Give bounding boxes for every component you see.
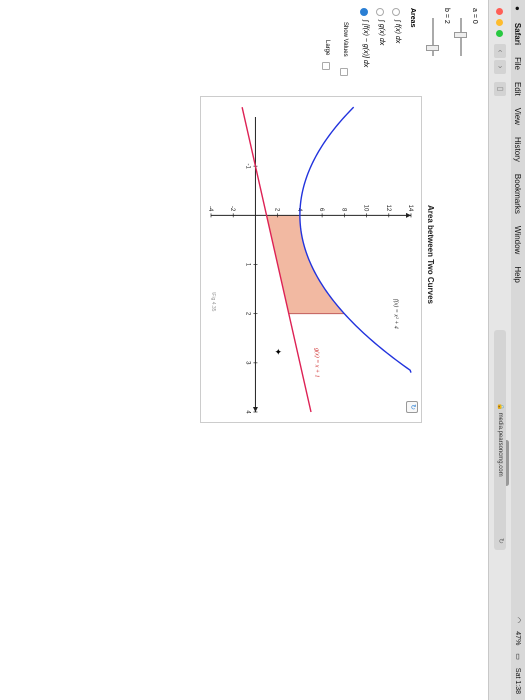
minimize-window-button[interactable] (496, 19, 503, 26)
option-integral-g-radio[interactable] (376, 8, 384, 16)
close-window-button[interactable] (496, 8, 503, 15)
y-tick-label: 14 (407, 205, 413, 212)
menu-app-name[interactable]: Safari (514, 23, 523, 45)
apple-icon[interactable]: ● (514, 6, 523, 11)
x-tick-label: 2 (244, 312, 250, 316)
x-tick-label: 1 (244, 263, 250, 267)
lock-icon: 🔒 (497, 403, 503, 411)
x-tick-label: 4 (244, 410, 250, 414)
mouse-cursor-icon: ✦ (273, 348, 283, 356)
a-slider-label: a = 0 (471, 8, 478, 24)
browser-toolbar: ‹ › ▯ 🔒 media.pearsoncmg.com ↻ (488, 0, 511, 700)
reset-button[interactable]: ↻ (406, 401, 418, 413)
option-integral-diff-radio[interactable] (360, 8, 368, 16)
y-axis-arrow (406, 212, 411, 218)
url-text: media.pearsoncmg.com (497, 412, 503, 477)
option-integral-diff-label: ∫ [f(x) − g(x)] dx (362, 20, 369, 68)
y-tick-label: 6 (318, 208, 324, 212)
f-label: f(x) = x² + 4 (392, 299, 399, 329)
y-tick-label: 12 (385, 205, 391, 212)
y-tick-label: 10 (363, 205, 369, 212)
y-tick-label: 4 (296, 208, 302, 212)
address-bar[interactable]: 🔒 media.pearsoncmg.com (494, 330, 506, 550)
show-values-checkbox[interactable] (340, 68, 348, 76)
forward-button[interactable]: › (494, 60, 506, 74)
menu-help[interactable]: Help (514, 266, 523, 282)
back-button[interactable]: ‹ (494, 44, 506, 58)
y-tick-label: -2 (229, 206, 235, 212)
option-integral-f-label: ∫ f(x) dx (394, 20, 401, 44)
menu-file[interactable]: File (514, 57, 523, 70)
battery-percent: 47% (514, 631, 522, 646)
option-integral-g-label: ∫ g(x) dx (378, 20, 385, 46)
f-curve (299, 106, 412, 373)
large-checkbox[interactable] (322, 62, 330, 70)
g-label: g(x) = x + 1 (313, 348, 320, 377)
wifi-icon[interactable]: ◠ (514, 617, 522, 623)
graph-title: Area between Two Curves (426, 205, 435, 304)
menu-bar: ● Safari File Edit View History Bookmark… (511, 0, 525, 700)
show-values-label: Show Values (342, 22, 348, 57)
y-tick-label: 8 (340, 208, 346, 212)
menu-history[interactable]: History (514, 137, 523, 162)
graph-panel: -1 1 2 3 4 -4 -2 2 4 6 8 10 12 14 f(x) = x² + 4 g(x) = … (200, 96, 422, 423)
battery-icon[interactable]: ▭ (514, 653, 522, 660)
zoom-window-button[interactable] (496, 30, 503, 37)
large-label: Large (324, 40, 330, 56)
menu-view[interactable]: View (514, 108, 523, 125)
menu-window[interactable]: Window (514, 226, 523, 254)
reload-icon[interactable]: ↻ (497, 538, 505, 544)
x-axis-arrow (252, 407, 258, 412)
menu-bookmarks[interactable]: Bookmarks (514, 174, 523, 214)
screen: ● Safari File Edit View History Bookmark… (0, 0, 525, 700)
a-slider-handle[interactable] (454, 32, 467, 38)
b-slider-handle[interactable] (426, 45, 439, 51)
y-tick-label: 2 (274, 208, 280, 212)
figure-label: \Fig 4.35 (210, 292, 216, 312)
sidebar-icon[interactable]: ▯ (494, 82, 506, 96)
x-tick-label: 3 (244, 361, 250, 365)
option-integral-f-radio[interactable] (392, 8, 400, 16)
x-tick-label: -1 (244, 163, 250, 169)
area-chart: -11234-4 -2 2 4 6 8 10 12 14f(x) = x² + 4g(x) = … (207, 106, 413, 414)
y-tick-label: -4 (207, 206, 213, 212)
b-slider-label: b = 2 (443, 8, 450, 24)
page-content: a = 0 b = 2 Areas ∫ f(x) dx ∫ g(x) dx ∫ … (0, 0, 488, 700)
menu-edit[interactable]: Edit (514, 82, 523, 96)
clock[interactable]: Sat 1:38 (515, 668, 522, 694)
areas-heading: Areas (409, 8, 416, 28)
